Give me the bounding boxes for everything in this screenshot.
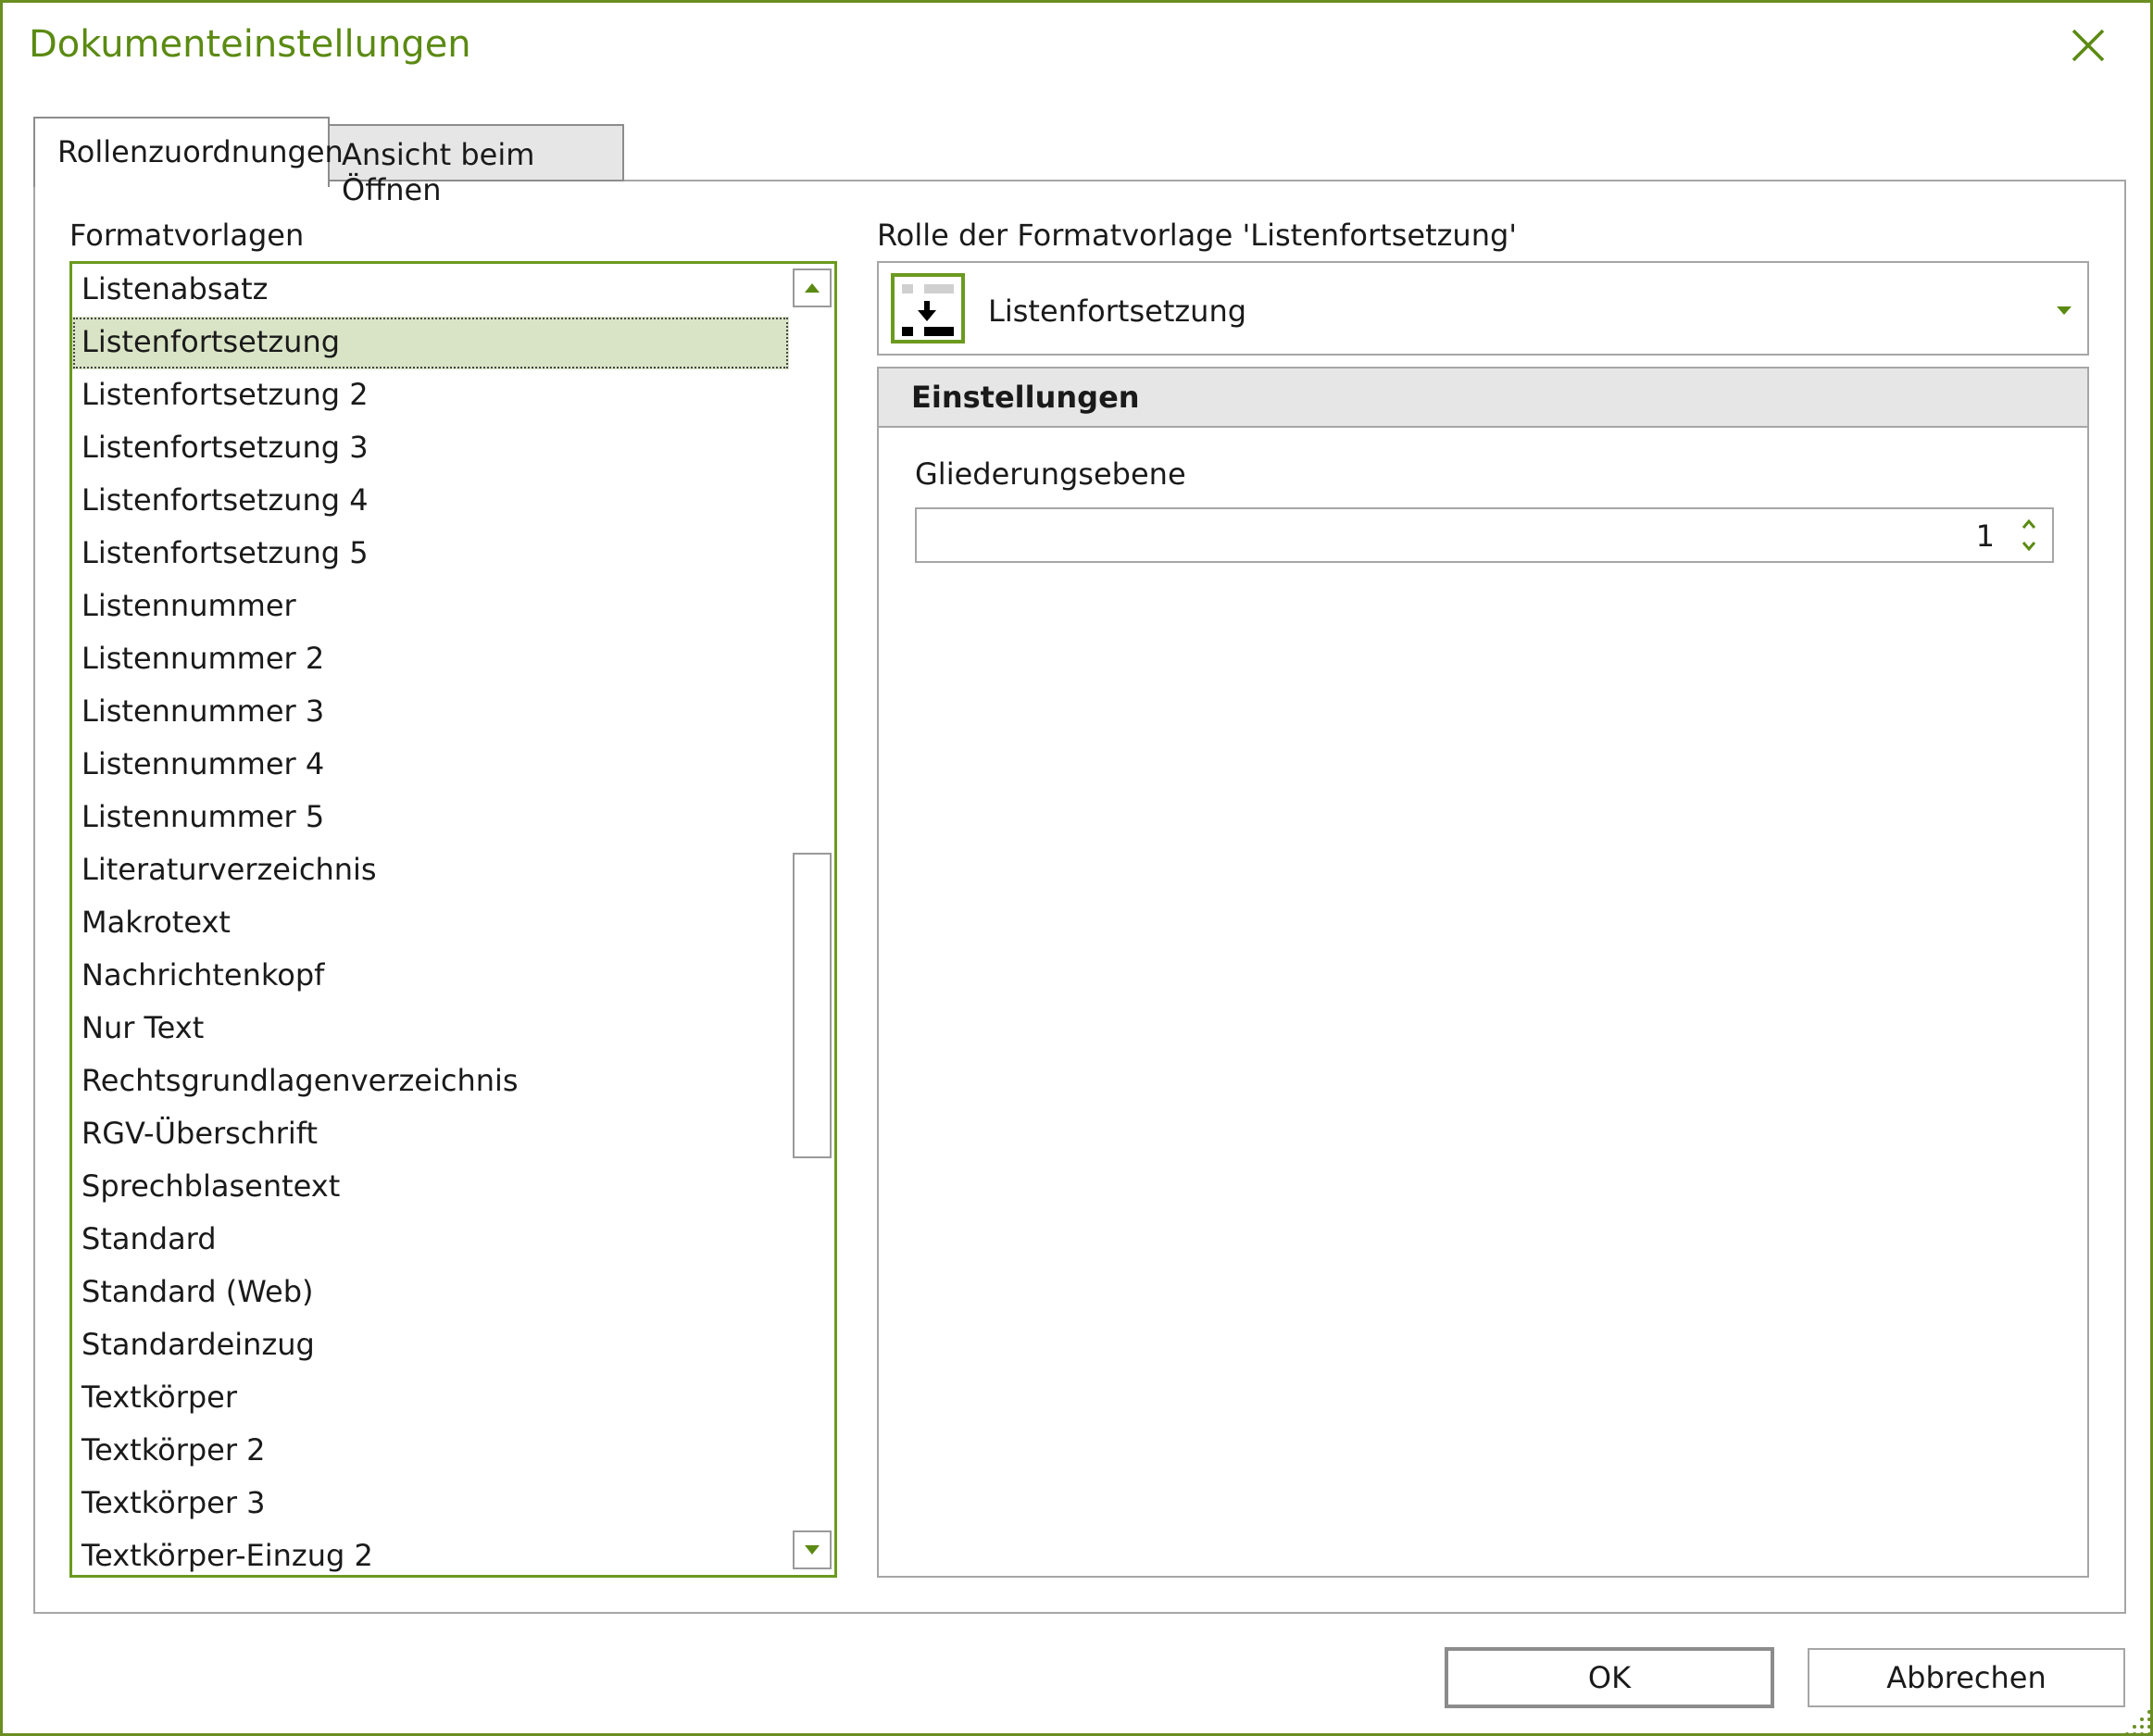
list-item[interactable]: Standardeinzug [72, 1319, 789, 1372]
dialog-title: Dokumenteinstellungen [29, 23, 471, 66]
role-dropdown-value: Listenfortsetzung [988, 293, 1247, 329]
scrollbar-thumb[interactable] [793, 853, 832, 1158]
list-item[interactable]: Listennummer 3 [72, 686, 789, 739]
list-item[interactable]: Listenfortsetzung 4 [72, 475, 789, 528]
list-item[interactable]: Listennummer 5 [72, 792, 789, 844]
stepper-up-arrow-icon [2022, 518, 2036, 529]
list-item[interactable]: Listennummer 2 [72, 633, 789, 686]
list-item[interactable]: Literaturverzeichnis [72, 844, 789, 897]
scroll-down-button[interactable] [793, 1530, 832, 1569]
tab-role-assignments[interactable]: Rollenzuordnungen [33, 117, 344, 187]
list-item[interactable]: Textkörper 3 [72, 1478, 789, 1530]
list-item[interactable]: Nur Text [72, 1003, 789, 1055]
outline-level-value: 1 [1975, 518, 1995, 554]
list-item[interactable]: Listennummer 4 [72, 739, 789, 792]
list-item[interactable]: Textkörper [72, 1372, 789, 1425]
tab-view-on-open[interactable]: Ansicht beim Öffnen [328, 124, 624, 207]
cancel-button[interactable]: Abbrechen [1808, 1648, 2125, 1707]
close-icon [2072, 29, 2105, 62]
list-item[interactable]: Rechtsgrundlagenverzeichnis [72, 1055, 789, 1108]
scroll-up-arrow-icon [805, 283, 820, 293]
list-item[interactable]: Makrotext [72, 897, 789, 950]
list-item-selected[interactable]: Listenfortsetzung [72, 317, 789, 369]
role-label: Rolle der Formatvorlage 'Listenfortsetzu… [877, 218, 1518, 253]
list-item[interactable]: Standard [72, 1214, 789, 1267]
settings-header: Einstellungen [879, 368, 2087, 428]
close-button[interactable] [2068, 25, 2109, 66]
list-item[interactable]: RGV-Überschrift [72, 1108, 789, 1161]
stepper-down-button[interactable] [2018, 537, 2040, 556]
styles-list-items: Listenabsatz Listenfortsetzung Listenforts… [72, 264, 789, 1575]
styles-listbox[interactable]: Listenabsatz Listenfortsetzung Listenforts… [69, 261, 837, 1578]
outline-level-stepper[interactable]: 1 [915, 507, 2054, 563]
settings-panel: Einstellungen Gliederungsebene 1 [877, 367, 2089, 1578]
stepper-down-arrow-icon [2022, 542, 2036, 552]
document-settings-dialog: Dokumenteinstellungen Rollenzuordnungen … [0, 0, 2153, 1736]
chevron-down-icon [2055, 304, 2073, 317]
list-item[interactable]: Listenfortsetzung 5 [72, 528, 789, 581]
list-item[interactable]: Nachrichtenkopf [72, 950, 789, 1003]
ok-button[interactable]: OK [1445, 1647, 1774, 1708]
styles-label: Formatvorlagen [69, 218, 305, 253]
list-item[interactable]: Listenfortsetzung 3 [72, 422, 789, 475]
list-item[interactable]: Textkörper-Einzug 2 [72, 1530, 789, 1575]
list-item[interactable]: Listennummer [72, 581, 789, 633]
list-item[interactable]: Textkörper 2 [72, 1425, 789, 1478]
list-item[interactable]: Listenfortsetzung 2 [72, 369, 789, 422]
stepper-up-button[interactable] [2018, 515, 2040, 533]
resize-grip-icon[interactable] [2123, 1705, 2153, 1736]
list-item[interactable]: Sprechblasentext [72, 1161, 789, 1214]
list-continuation-icon [891, 273, 965, 343]
scroll-down-arrow-icon [805, 1545, 820, 1555]
list-item[interactable]: Standard (Web) [72, 1267, 789, 1319]
scroll-up-button[interactable] [793, 269, 832, 307]
list-item[interactable]: Listenabsatz [72, 264, 789, 317]
outline-level-label: Gliederungsebene [915, 456, 1186, 492]
role-dropdown[interactable]: Listenfortsetzung [877, 261, 2089, 356]
